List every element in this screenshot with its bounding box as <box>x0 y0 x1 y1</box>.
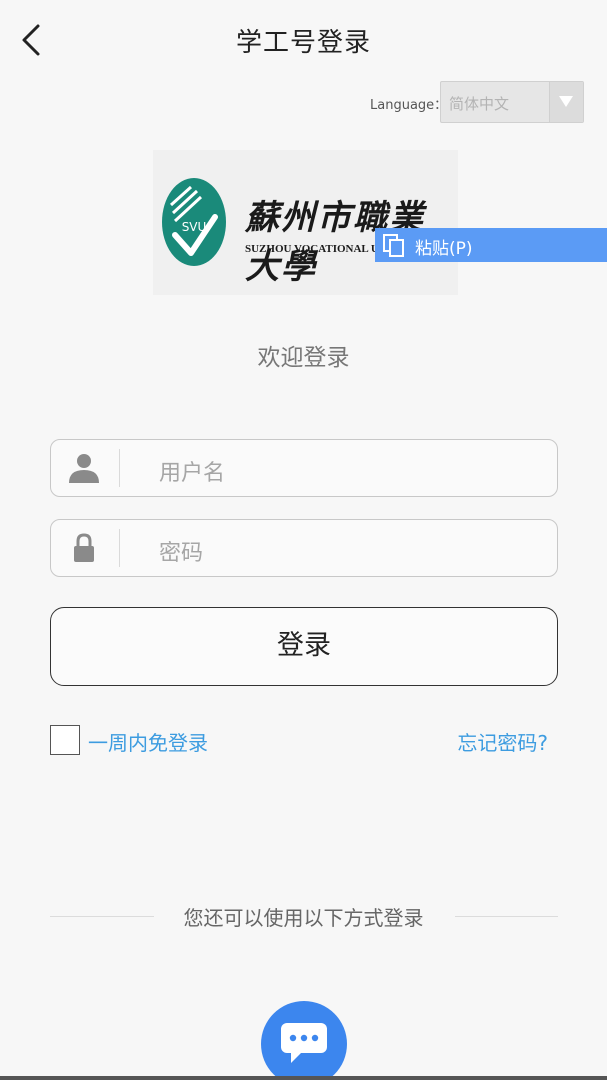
chat-login-button[interactable] <box>261 1001 347 1080</box>
login-page: 学工号登录 Language： 简体中文 SVU 蘇州市職業大學 SUZHOU … <box>0 0 607 1080</box>
password-placeholder: 密码 <box>159 541 204 566</box>
paste-label: 粘贴(P) <box>415 239 473 259</box>
user-icon <box>69 454 99 483</box>
forgot-password-link[interactable]: 忘记密码? <box>457 727 548 756</box>
emblem-text: SVU <box>182 220 207 234</box>
university-emblem-icon: SVU <box>162 178 226 266</box>
dropdown-arrow <box>549 82 583 122</box>
triangle-down-icon <box>559 96 573 107</box>
paste-menu-item[interactable]: 粘贴(P) <box>375 228 607 262</box>
remember-label[interactable]: 一周内免登录 <box>88 727 208 756</box>
username-field[interactable]: 用户名 <box>50 439 558 497</box>
language-value: 简体中文 <box>449 95 510 113</box>
chat-bubble-icon <box>281 1023 327 1063</box>
remember-checkbox[interactable] <box>50 725 80 755</box>
page-title: 学工号登录 <box>235 28 371 58</box>
divider-line-right <box>455 916 558 917</box>
lock-icon <box>74 533 94 562</box>
bottom-edge <box>0 1076 607 1080</box>
username-placeholder: 用户名 <box>159 461 226 486</box>
field-divider <box>119 449 120 487</box>
login-button[interactable]: 登录 <box>50 607 558 686</box>
header: 学工号登录 <box>0 0 607 80</box>
university-logo: SVU 蘇州市職業大學 SUZHOU VOCATIONAL UNIVERSITY <box>153 150 458 295</box>
password-field[interactable]: 密码 <box>50 519 558 577</box>
field-divider <box>119 529 120 567</box>
language-select[interactable]: 简体中文 <box>440 81 584 123</box>
language-label: Language： <box>370 98 448 113</box>
welcome-text: 欢迎登录 <box>257 345 350 371</box>
paste-icon <box>383 234 404 257</box>
